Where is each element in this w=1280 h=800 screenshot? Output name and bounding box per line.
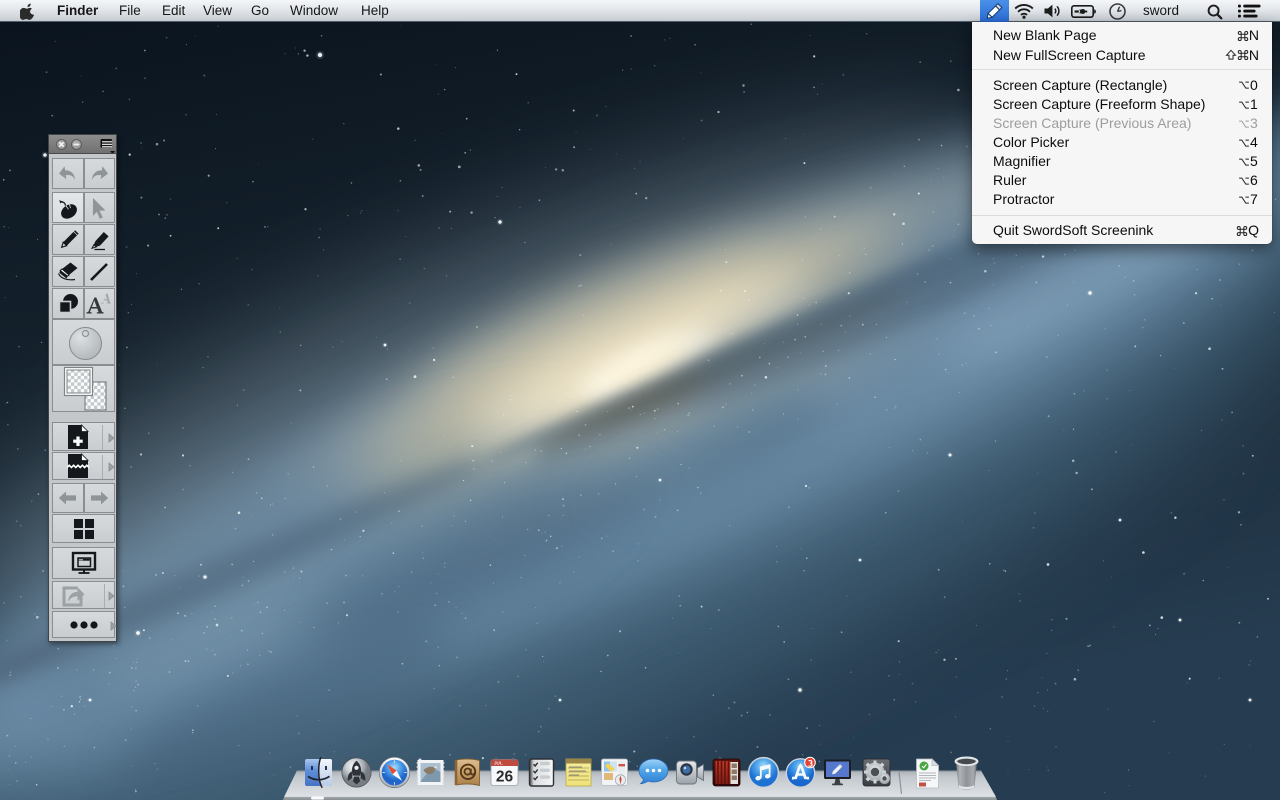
svg-text:JUL: JUL [494,761,503,766]
svg-text:26: 26 [495,769,513,786]
